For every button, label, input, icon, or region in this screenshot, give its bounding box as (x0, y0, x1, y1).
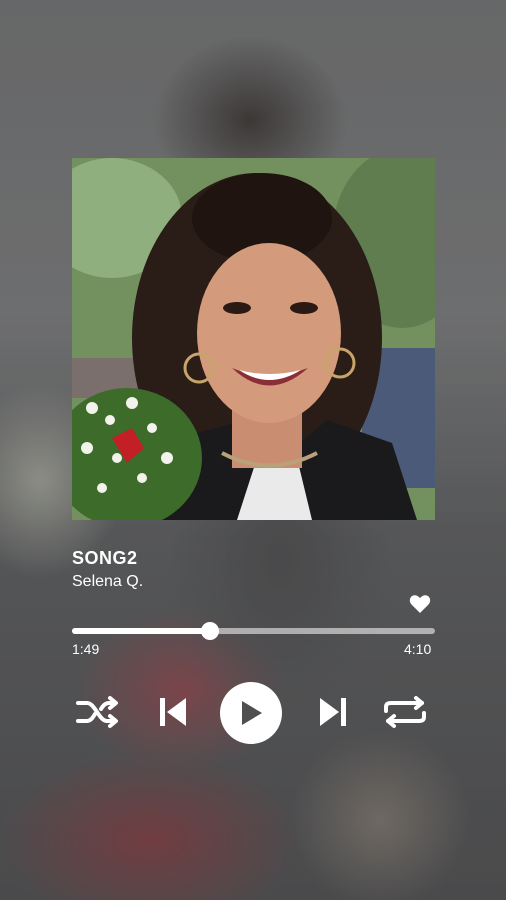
like-button[interactable] (409, 594, 431, 614)
skip-next-icon (320, 698, 346, 726)
shuffle-button[interactable] (75, 695, 121, 729)
progress-scrubber-thumb[interactable] (200, 622, 219, 640)
music-player-screen: SONG2 Selena Q. 1:49 4:10 (0, 0, 506, 900)
heart-icon (409, 595, 431, 613)
song-title: SONG2 (72, 548, 138, 568)
previous-track-button[interactable] (158, 695, 188, 729)
album-art-image (72, 158, 435, 520)
repeat-button[interactable] (382, 695, 428, 729)
repeat-icon (384, 696, 426, 728)
artist-name: Selena Q. (72, 573, 144, 590)
album-art (72, 158, 435, 520)
next-track-button[interactable] (318, 695, 348, 729)
skip-previous-icon (160, 698, 186, 726)
play-button[interactable] (220, 682, 282, 744)
playback-progress-bar[interactable] (72, 622, 435, 640)
progress-fill (72, 628, 210, 634)
total-duration: 4:10 (404, 641, 432, 657)
elapsed-time: 1:49 (72, 641, 100, 657)
play-icon (242, 701, 262, 725)
shuffle-icon (76, 696, 118, 728)
